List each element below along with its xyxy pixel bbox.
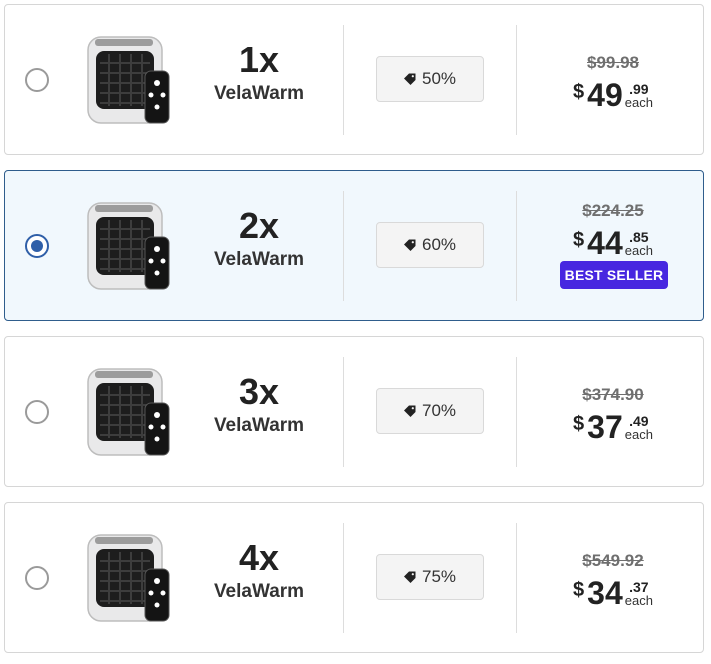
offer-radio-button[interactable] — [25, 68, 49, 92]
discount-percent: 50% — [421, 69, 457, 88]
per-unit-label: each — [624, 243, 653, 258]
unit-price: $ 44 .85 each — [525, 225, 701, 265]
column-divider — [343, 191, 344, 301]
column-divider — [516, 357, 517, 467]
currency-symbol: $ — [573, 229, 585, 251]
offer-product-name: VelaWarm — [213, 249, 305, 270]
column-divider — [343, 523, 344, 633]
offer-quantity: 4x — [238, 537, 280, 578]
offer-quantity: 2x — [238, 205, 280, 246]
currency-symbol: $ — [573, 81, 585, 103]
price-dollars: 49 — [587, 77, 623, 113]
original-price: $224.25 — [582, 201, 644, 220]
offer-quantity: 3x — [238, 371, 280, 412]
price-dollars: 34 — [587, 575, 623, 611]
offer-radio-button-selected[interactable] — [25, 234, 49, 258]
price-dollars: 44 — [587, 225, 623, 261]
heater-product-image — [87, 36, 170, 124]
column-divider — [343, 357, 344, 467]
column-divider — [343, 25, 344, 135]
quantity-offer-list: 1x VelaWarm 50% $99.98 $ 49 .99 each 2x … — [0, 0, 711, 664]
offer-card-3[interactable]: 3x VelaWarm 70% $374.90 $ 37 .49 each — [4, 336, 704, 487]
discount-badge: 50% — [376, 56, 484, 102]
discount-percent: 60% — [421, 235, 457, 254]
column-divider — [516, 25, 517, 135]
offer-quantity-block: 2x VelaWarm — [201, 207, 317, 271]
original-price: $374.90 — [582, 385, 644, 404]
offer-product-name: VelaWarm — [213, 83, 305, 104]
heater-product-image — [87, 202, 170, 290]
offer-radio-button[interactable] — [25, 566, 49, 590]
price-tag-icon — [403, 73, 416, 85]
offer-quantity-block: 1x VelaWarm — [201, 41, 317, 105]
offer-product-name: VelaWarm — [213, 581, 305, 602]
price-tag-icon — [403, 239, 416, 251]
offer-card-4[interactable]: 4x VelaWarm 75% $549.92 $ 34 .37 each — [4, 502, 704, 653]
offer-card-2[interactable]: 2x VelaWarm 60% $224.25 $ 44 .85 each BE… — [4, 170, 704, 321]
discount-percent: 70% — [421, 401, 457, 420]
unit-price: $ 49 .99 each — [525, 77, 701, 117]
heater-product-image — [87, 534, 170, 622]
offer-price-block: $549.92 $ 34 .37 each — [525, 503, 701, 652]
best-seller-badge: BEST SELLER — [560, 261, 668, 289]
discount-badge: 70% — [376, 388, 484, 434]
discount-badge: 75% — [376, 554, 484, 600]
offer-product-name: VelaWarm — [213, 415, 305, 436]
offer-quantity-block: 4x VelaWarm — [201, 539, 317, 603]
discount-percent: 75% — [421, 567, 457, 586]
offer-price-block: $99.98 $ 49 .99 each — [525, 5, 701, 154]
price-tag-icon — [403, 571, 416, 583]
offer-quantity: 1x — [238, 39, 280, 80]
offer-quantity-block: 3x VelaWarm — [201, 373, 317, 437]
column-divider — [516, 191, 517, 301]
offer-price-block: $374.90 $ 37 .49 each — [525, 337, 701, 486]
offer-radio-button[interactable] — [25, 400, 49, 424]
per-unit-label: each — [624, 427, 653, 442]
column-divider — [516, 523, 517, 633]
price-tag-icon — [403, 405, 416, 417]
discount-badge: 60% — [376, 222, 484, 268]
unit-price: $ 37 .49 each — [525, 409, 701, 449]
per-unit-label: each — [624, 593, 653, 608]
currency-symbol: $ — [573, 579, 585, 601]
price-dollars: 37 — [587, 409, 623, 445]
currency-symbol: $ — [573, 413, 585, 435]
offer-price-block: $224.25 $ 44 .85 each BEST SELLER — [525, 171, 701, 320]
original-price: $99.98 — [587, 53, 639, 72]
original-price: $549.92 — [582, 551, 644, 570]
unit-price: $ 34 .37 each — [525, 575, 701, 615]
offer-card-1[interactable]: 1x VelaWarm 50% $99.98 $ 49 .99 each — [4, 4, 704, 155]
per-unit-label: each — [624, 95, 653, 110]
heater-product-image — [87, 368, 170, 456]
